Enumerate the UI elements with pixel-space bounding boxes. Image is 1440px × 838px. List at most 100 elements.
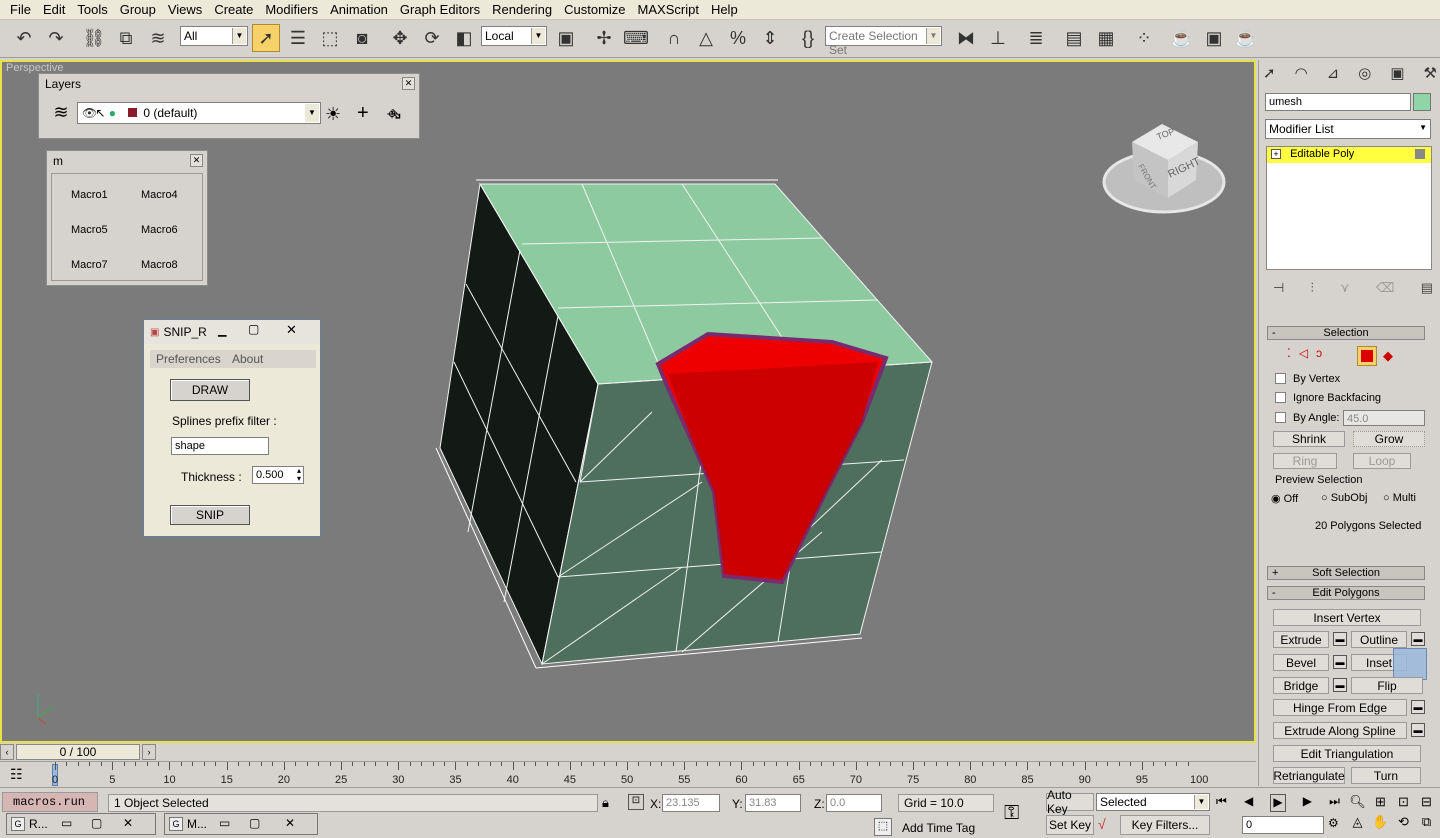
render-production-icon[interactable]: ☕ [1232, 24, 1260, 52]
outline-button[interactable]: Outline [1351, 631, 1407, 648]
macro-button[interactable]: Macro7 [71, 259, 108, 271]
lock-icon[interactable]: 🔒︎ [602, 795, 609, 811]
menu-create[interactable]: Create [208, 2, 259, 17]
bevel-settings-icon[interactable]: ▬ [1333, 655, 1347, 669]
manipulate-icon[interactable]: ✢ [590, 24, 618, 52]
menu-customize[interactable]: Customize [558, 2, 631, 17]
move-icon[interactable]: ✥ [386, 24, 414, 52]
menu-help[interactable]: Help [705, 2, 744, 17]
link-icon[interactable]: ⛓ [80, 24, 108, 52]
edit-polygons-rollout[interactable]: - Edit Polygons [1267, 586, 1425, 600]
menu-graph-editors[interactable]: Graph Editors [394, 2, 486, 17]
minimize-icon[interactable]: ▭ [61, 816, 72, 830]
material-editor-icon[interactable]: ⁘ [1130, 24, 1158, 52]
field-of-view-icon[interactable]: ◬ [1346, 814, 1369, 834]
hinge-from-edge-button[interactable]: Hinge From Edge [1273, 699, 1407, 716]
close-icon[interactable]: ✕ [190, 154, 203, 167]
maximize-icon[interactable]: ▢ [248, 322, 259, 336]
rotate-icon[interactable]: ⟳ [418, 24, 446, 52]
pivot-center-icon[interactable]: ▣ [552, 24, 580, 52]
outline-settings-icon[interactable]: ▬ [1411, 632, 1425, 646]
track-bar[interactable]: ☷ 0 5 10 15 20 25 30 35 40 45 50 55 60 65 70 75 80 85 90 95… [0, 761, 1256, 787]
hierarchy-tab-icon[interactable]: ⊿ [1327, 64, 1340, 90]
pan-icon[interactable]: ✋ [1369, 814, 1392, 834]
macro-button[interactable]: Macro8 [141, 259, 178, 271]
extrude-along-spline-button[interactable]: Extrude Along Spline [1273, 722, 1407, 739]
extrude-button[interactable]: Extrude [1273, 631, 1329, 648]
close-icon[interactable]: ✕ [123, 816, 133, 830]
zoom-extents-all-icon[interactable]: ⊟ [1415, 794, 1438, 814]
next-frame-icon[interactable]: ▶ [1303, 794, 1312, 812]
bind-space-warp-icon[interactable]: ≋ [144, 24, 172, 52]
soft-selection-rollout[interactable]: + Soft Selection [1267, 566, 1425, 580]
menu-tools[interactable]: Tools [71, 2, 113, 17]
curve-editor-icon[interactable]: ▤ [1060, 24, 1088, 52]
zoom-extents-icon[interactable]: ⊡ [1392, 794, 1415, 814]
menu-edit[interactable]: Edit [37, 2, 71, 17]
edit-triangulation-button[interactable]: Edit Triangulation [1273, 745, 1421, 762]
angle-spinner[interactable]: 45.0 [1343, 410, 1425, 426]
utilities-tab-icon[interactable]: ⚒ [1424, 64, 1437, 90]
snip-button[interactable]: SNIP [170, 505, 250, 525]
create-tab-icon[interactable]: ➚ [1263, 64, 1276, 90]
go-to-start-icon[interactable]: ⏮ [1216, 794, 1227, 812]
stack-item-editable-poly[interactable]: + Editable Poly [1267, 147, 1431, 163]
insert-vertex-button[interactable]: Insert Vertex [1273, 609, 1421, 626]
render-setup-icon[interactable]: ☕ [1168, 24, 1196, 52]
remove-modifier-icon[interactable]: ⌫ [1376, 280, 1394, 296]
play-icon[interactable]: ▶ [1270, 794, 1286, 812]
menu-views[interactable]: Views [162, 2, 208, 17]
select-by-name-icon[interactable]: ☰ [284, 24, 312, 52]
motion-tab-icon[interactable]: ◎ [1358, 64, 1371, 90]
border-icon[interactable]: ↄ [1316, 346, 1330, 360]
menu-file[interactable]: File [4, 2, 37, 17]
maxscript-listener[interactable]: macros.run [2, 792, 98, 812]
window-crossing-icon[interactable]: ◙ [348, 24, 376, 52]
orbit-icon[interactable]: ⟲ [1392, 814, 1415, 834]
redo-icon[interactable]: ↷ [42, 24, 70, 52]
zoom-icon[interactable]: 🔍︎ [1346, 794, 1369, 814]
ring-button[interactable]: Ring [1273, 453, 1337, 469]
rectangular-selection-icon[interactable]: ⬚ [316, 24, 344, 52]
next-frame-arrow-icon[interactable]: › [142, 744, 156, 760]
about-menu[interactable]: About [232, 352, 263, 366]
menu-group[interactable]: Group [114, 2, 162, 17]
spinner-snap-icon[interactable]: ⇕ [756, 24, 784, 52]
layer-manager-icon[interactable]: ≣ [1022, 24, 1050, 52]
current-frame-field[interactable]: 0 [1242, 816, 1324, 834]
splines-prefix-input[interactable]: shape [171, 437, 269, 455]
display-tab-icon[interactable]: ▣ [1390, 64, 1404, 90]
ignore-backfacing-checkbox[interactable] [1275, 392, 1286, 403]
make-unique-icon[interactable]: ⋎ [1340, 280, 1350, 296]
draw-button[interactable]: DRAW [170, 379, 250, 401]
close-icon[interactable]: ✕ [286, 322, 297, 338]
object-name-field[interactable]: umesh [1265, 93, 1411, 111]
turn-button[interactable]: Turn [1351, 767, 1421, 784]
time-slider-thumb[interactable]: 0 / 100 [16, 744, 140, 760]
keyboard-shortcut-icon[interactable]: ⌨ [622, 24, 650, 52]
menu-maxscript[interactable]: MAXScript [632, 2, 705, 17]
key-filters-button[interactable]: Key Filters... [1120, 815, 1210, 835]
angle-snap-icon[interactable]: △ [692, 24, 720, 52]
add-time-tag[interactable]: Add Time Tag [902, 821, 975, 835]
previous-frame-icon[interactable]: ◀ [1244, 794, 1253, 812]
pin-stack-icon[interactable]: ⊣ [1273, 280, 1284, 296]
close-icon[interactable]: ✕ [285, 816, 295, 830]
expand-icon[interactable]: + [1271, 149, 1281, 159]
zoom-all-icon[interactable]: ⊞ [1369, 794, 1392, 814]
flip-button[interactable]: Flip [1351, 677, 1423, 694]
maximize-viewport-icon[interactable]: ⧉ [1415, 814, 1438, 834]
set-key-button[interactable]: Set Key [1046, 815, 1094, 835]
inset-settings-icon[interactable] [1393, 648, 1427, 680]
configure-sets-icon[interactable]: ▤ [1421, 280, 1433, 296]
add-to-layer-icon[interactable]: + [357, 102, 369, 125]
edge-icon[interactable]: ◁ [1299, 346, 1316, 360]
x-coordinate-field[interactable]: 23.135 [662, 794, 720, 812]
taskbar-item-1[interactable]: G R... ▭ ▢ ✕ [6, 813, 156, 835]
scale-icon[interactable]: ◧ [450, 24, 478, 52]
edit-named-selection-icon[interactable]: {} [794, 24, 822, 52]
extrude-settings-icon[interactable]: ▬ [1333, 632, 1347, 646]
macro-button[interactable]: Macro5 [71, 224, 108, 236]
selection-filter-dropdown[interactable]: All ▼ [180, 26, 248, 46]
percent-snap-icon[interactable]: % [724, 24, 752, 52]
